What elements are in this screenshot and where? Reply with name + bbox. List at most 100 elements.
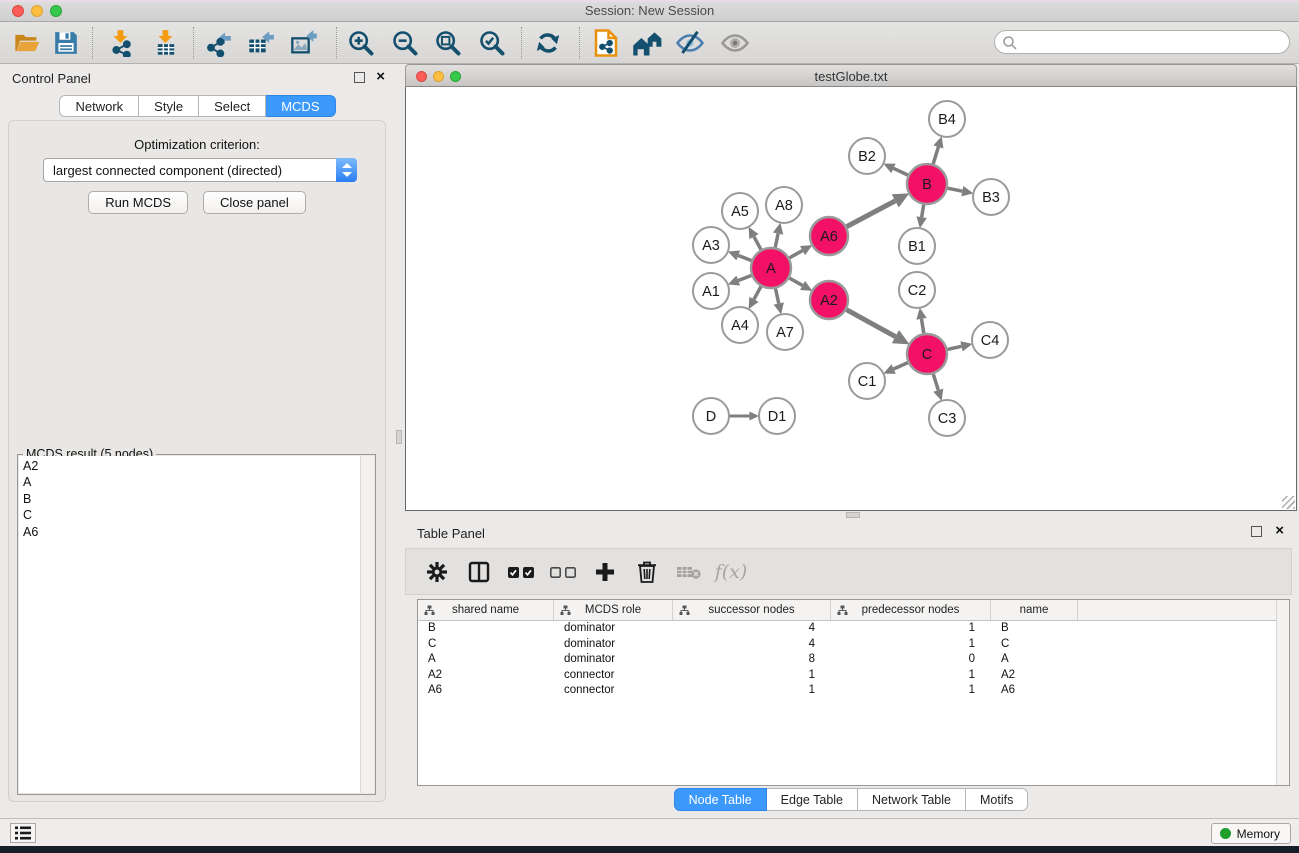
save-session-icon[interactable]	[51, 28, 81, 58]
control-panel-tabs: Network Style Select MCDS	[0, 95, 395, 117]
control-panel-title: Control Panel	[12, 71, 91, 86]
table-float-panel-icon[interactable]	[1251, 526, 1262, 537]
graph-edge-B-B2[interactable]	[893, 168, 908, 175]
graph-edge-C-C2[interactable]	[922, 319, 924, 333]
mcds-result-item[interactable]: A6	[23, 524, 360, 540]
graph-edge-A-A6[interactable]	[789, 251, 802, 258]
graph-edge-A-A7[interactable]	[775, 289, 778, 304]
table-settings-gear-icon[interactable]	[416, 557, 458, 587]
graph-edge-B-B3[interactable]	[948, 188, 963, 191]
graph-edge-B-B4[interactable]	[933, 147, 938, 164]
graph-edge-A6-B[interactable]	[847, 201, 896, 227]
table-row[interactable]: Bdominator41B	[418, 621, 1289, 637]
vertical-divider-handle[interactable]	[396, 430, 402, 444]
import-table-icon[interactable]	[151, 28, 181, 58]
mcds-result-scrollbar[interactable]	[360, 456, 374, 793]
graph-edge-B-B1[interactable]	[922, 205, 924, 217]
mcds-result-item[interactable]: A	[23, 474, 360, 490]
hide-selected-icon[interactable]	[675, 28, 705, 58]
run-mcds-label: Run MCDS	[105, 195, 171, 210]
float-panel-icon[interactable]	[354, 72, 365, 83]
table-scrollbar[interactable]	[1276, 600, 1289, 785]
column-header-successor-nodes[interactable]: successor nodes	[673, 600, 831, 620]
run-mcds-button[interactable]: Run MCDS	[88, 191, 188, 214]
table-row[interactable]: Adominator80A	[418, 652, 1289, 668]
graph-node-label-A6: A6	[820, 229, 838, 245]
network-window-titlebar[interactable]: testGlobe.txt	[405, 64, 1297, 87]
graph-edge-A-A4[interactable]	[754, 286, 761, 299]
table-row[interactable]: A2connector11A2	[418, 668, 1289, 684]
table-close-panel-icon[interactable]: ×	[1275, 522, 1284, 539]
search-input[interactable]	[1021, 33, 1281, 51]
close-panel-label: Close panel	[220, 195, 289, 210]
tab-edge-table[interactable]: Edge Table	[767, 788, 858, 811]
export-network-icon[interactable]	[203, 28, 233, 58]
table-cell: connector	[554, 683, 673, 699]
horizontal-split-divider[interactable]	[403, 511, 1299, 520]
close-panel-button[interactable]: Close panel	[203, 191, 306, 214]
mcds-result-item[interactable]: A2	[23, 458, 360, 474]
tab-select[interactable]: Select	[199, 95, 266, 117]
criterion-dropdown[interactable]: largest connected component (directed)	[43, 158, 357, 182]
tab-mcds[interactable]: MCDS	[266, 95, 335, 117]
mcds-result-list[interactable]: A2ABCA6	[19, 456, 360, 793]
export-image-icon[interactable]	[289, 28, 319, 58]
zoom-in-icon[interactable]	[346, 28, 376, 58]
graph-edge-A-A1[interactable]	[738, 276, 751, 281]
import-network-icon[interactable]	[106, 28, 136, 58]
table-row[interactable]: A6connector11A6	[418, 683, 1289, 699]
table-panel: Table Panel ×	[403, 520, 1299, 818]
graph-edge-C-C4[interactable]	[947, 346, 961, 349]
graph-nodes: A5A8A3A1A4A7AA6A2BB2B4B3B1CC2C4C1C3DD1	[693, 101, 1009, 436]
show-columns-icon[interactable]	[458, 557, 500, 587]
graph-edge-C-C1[interactable]	[894, 363, 908, 369]
graph-node-label-C1: C1	[858, 374, 877, 390]
graph-node-label-C: C	[922, 347, 932, 363]
table-cell: dominator	[554, 621, 673, 637]
home-icon[interactable]	[632, 28, 662, 58]
optimization-criterion-label: Optimization criterion:	[9, 137, 385, 152]
tab-style[interactable]: Style	[139, 95, 199, 117]
table-row[interactable]: Cdominator41C	[418, 637, 1289, 653]
export-table-icon[interactable]	[246, 28, 276, 58]
table-panel-title: Table Panel	[417, 526, 485, 541]
tab-network-table[interactable]: Network Table	[858, 788, 966, 811]
mcds-result-item[interactable]: C	[23, 507, 360, 523]
table-cell: 1	[831, 668, 991, 684]
tab-node-table[interactable]: Node Table	[674, 788, 767, 811]
column-header-shared-name[interactable]: shared name	[418, 600, 554, 620]
graph-edge-C-C3[interactable]	[933, 374, 938, 390]
network-canvas[interactable]: A5A8A3A1A4A7AA6A2BB2B4B3B1CC2C4C1C3DD1	[405, 87, 1297, 511]
show-all-icon[interactable]	[720, 28, 750, 58]
zoom-out-icon[interactable]	[390, 28, 420, 58]
open-session-icon[interactable]	[12, 28, 42, 58]
vertical-split-divider[interactable]	[395, 64, 403, 818]
graph-edge-A2-C[interactable]	[847, 310, 896, 337]
close-panel-icon[interactable]: ×	[376, 68, 385, 85]
memory-button[interactable]: Memory	[1211, 823, 1291, 844]
zoom-selected-icon[interactable]	[477, 28, 507, 58]
deselect-all-rows-icon[interactable]	[542, 557, 584, 587]
delete-column-icon[interactable]	[626, 557, 668, 587]
graph-edge-A-A5[interactable]	[754, 237, 761, 250]
delete-table-icon	[668, 557, 710, 587]
zoom-fit-icon[interactable]	[433, 28, 463, 58]
column-header-MCDS-role[interactable]: MCDS role	[554, 600, 673, 620]
refresh-view-icon[interactable]	[533, 28, 563, 58]
window-resize-grip[interactable]	[1282, 496, 1295, 509]
tab-motifs[interactable]: Motifs	[966, 788, 1028, 811]
column-header-predecessor-nodes[interactable]: predecessor nodes	[831, 600, 991, 620]
task-history-button[interactable]	[10, 823, 36, 843]
mcds-result-item[interactable]: B	[23, 491, 360, 507]
graph-edge-A-A3[interactable]	[738, 255, 751, 260]
graph-node-label-A: A	[766, 261, 776, 277]
select-all-rows-icon[interactable]	[500, 557, 542, 587]
new-network-file-icon[interactable]	[591, 28, 621, 58]
horizontal-divider-handle[interactable]	[846, 512, 860, 518]
column-header-name[interactable]: name	[991, 600, 1078, 620]
graph-edge-A-A2[interactable]	[789, 278, 802, 285]
tab-network[interactable]: Network	[59, 95, 139, 117]
table-cell: 1	[673, 668, 831, 684]
add-column-icon[interactable]	[584, 557, 626, 587]
graph-edge-A-A8[interactable]	[775, 234, 778, 248]
